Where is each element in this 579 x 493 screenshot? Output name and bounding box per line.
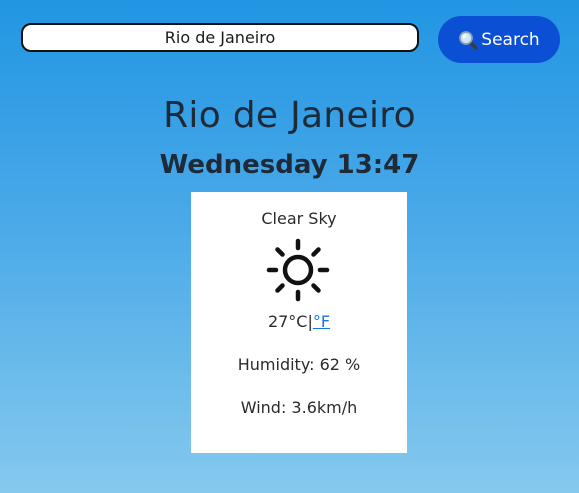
current-datetime: Wednesday 13:47: [159, 150, 420, 180]
temperature-row: 27°C|°F: [191, 312, 407, 331]
humidity-readout: Humidity: 62 %: [237, 355, 361, 374]
search-button[interactable]: Search: [438, 16, 560, 63]
city-search-input[interactable]: [21, 23, 419, 52]
search-button-label: Search: [481, 29, 540, 50]
wind-readout: Wind: 3.6km/h: [240, 398, 358, 417]
magnifier-icon: [458, 30, 478, 50]
weather-card: Clear Sky 27°C|°F Humidity: 62 % Wind: 3…: [191, 192, 407, 453]
weather-condition: Clear Sky: [261, 209, 337, 228]
search-form: Search: [21, 16, 561, 64]
sun-icon: [266, 238, 330, 302]
celsius-unit-link[interactable]: °C: [288, 312, 307, 331]
city-name: Rio de Janeiro: [163, 95, 416, 136]
temperature-value: 27: [267, 312, 289, 331]
fahrenheit-unit-link[interactable]: °F: [313, 312, 330, 331]
